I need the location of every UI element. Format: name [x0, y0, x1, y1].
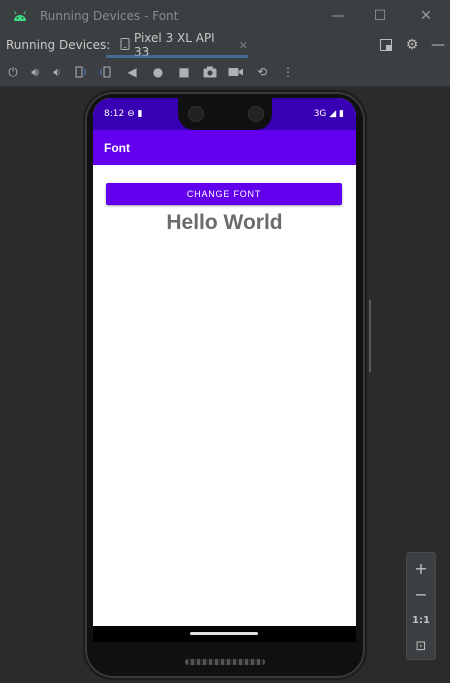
- zoom-controls: + − 1:1 ⊡: [406, 552, 436, 660]
- more-icon[interactable]: ⋮: [278, 62, 298, 82]
- front-camera-icon: [188, 106, 204, 122]
- home-icon[interactable]: ●: [148, 62, 168, 82]
- snapshot-icon[interactable]: ⟲: [252, 62, 272, 82]
- screen-record-icon[interactable]: [226, 62, 246, 82]
- volume-up-icon[interactable]: 🔊︎: [25, 62, 45, 82]
- zoom-actual-size-button[interactable]: 1:1: [407, 607, 435, 633]
- zoom-out-button[interactable]: −: [407, 581, 435, 607]
- close-window-button[interactable]: ✕: [406, 0, 446, 32]
- nav-bar: [93, 626, 356, 642]
- phone-icon: [120, 37, 130, 53]
- screenshot-icon[interactable]: [200, 62, 220, 82]
- scrollbar[interactable]: [369, 300, 371, 372]
- speaker-grille: [185, 659, 265, 665]
- minimize-button[interactable]: —: [318, 0, 358, 32]
- app-bar: Font: [93, 130, 356, 165]
- device-toolbar: ⏻ 🔊︎ 🔉︎ ◀ ● ■ ⟲ ⋮: [0, 58, 450, 87]
- volume-down-icon[interactable]: 🔉︎: [47, 62, 67, 82]
- window-title: Running Devices - Font: [40, 9, 179, 23]
- android-icon: [12, 8, 28, 24]
- overview-icon[interactable]: ■: [174, 62, 194, 82]
- status-time: 8:12 ⊖ ▮: [104, 109, 143, 119]
- gesture-pill[interactable]: [190, 632, 258, 635]
- power-icon[interactable]: ⏻: [3, 62, 23, 82]
- tab-pixel-3-xl[interactable]: Pixel 3 XL API 33 ✕: [106, 31, 248, 59]
- rotate-right-icon[interactable]: [96, 62, 116, 82]
- front-camera-icon: [248, 106, 264, 122]
- close-tab-icon[interactable]: ✕: [239, 39, 248, 52]
- maximize-button[interactable]: ☐: [360, 0, 400, 32]
- back-icon[interactable]: ◀: [122, 62, 142, 82]
- layout-icon[interactable]: [374, 32, 398, 58]
- zoom-fit-icon[interactable]: ⊡: [407, 633, 435, 659]
- device-screen[interactable]: 8:12 ⊖ ▮ 3G ◢ ▮ Font CHANGE FONT Hello W…: [93, 98, 356, 626]
- change-font-button[interactable]: CHANGE FONT: [106, 183, 342, 205]
- hello-world-text: Hello World: [166, 211, 283, 234]
- app-title: Font: [104, 141, 130, 155]
- hide-panel-icon[interactable]: —: [426, 32, 450, 58]
- status-icons: 3G ◢ ▮: [313, 109, 344, 119]
- zoom-in-button[interactable]: +: [407, 555, 435, 581]
- rotate-left-icon[interactable]: [70, 62, 90, 82]
- running-devices-label: Running Devices:: [6, 38, 111, 52]
- settings-gear-icon[interactable]: ⚙: [400, 32, 424, 58]
